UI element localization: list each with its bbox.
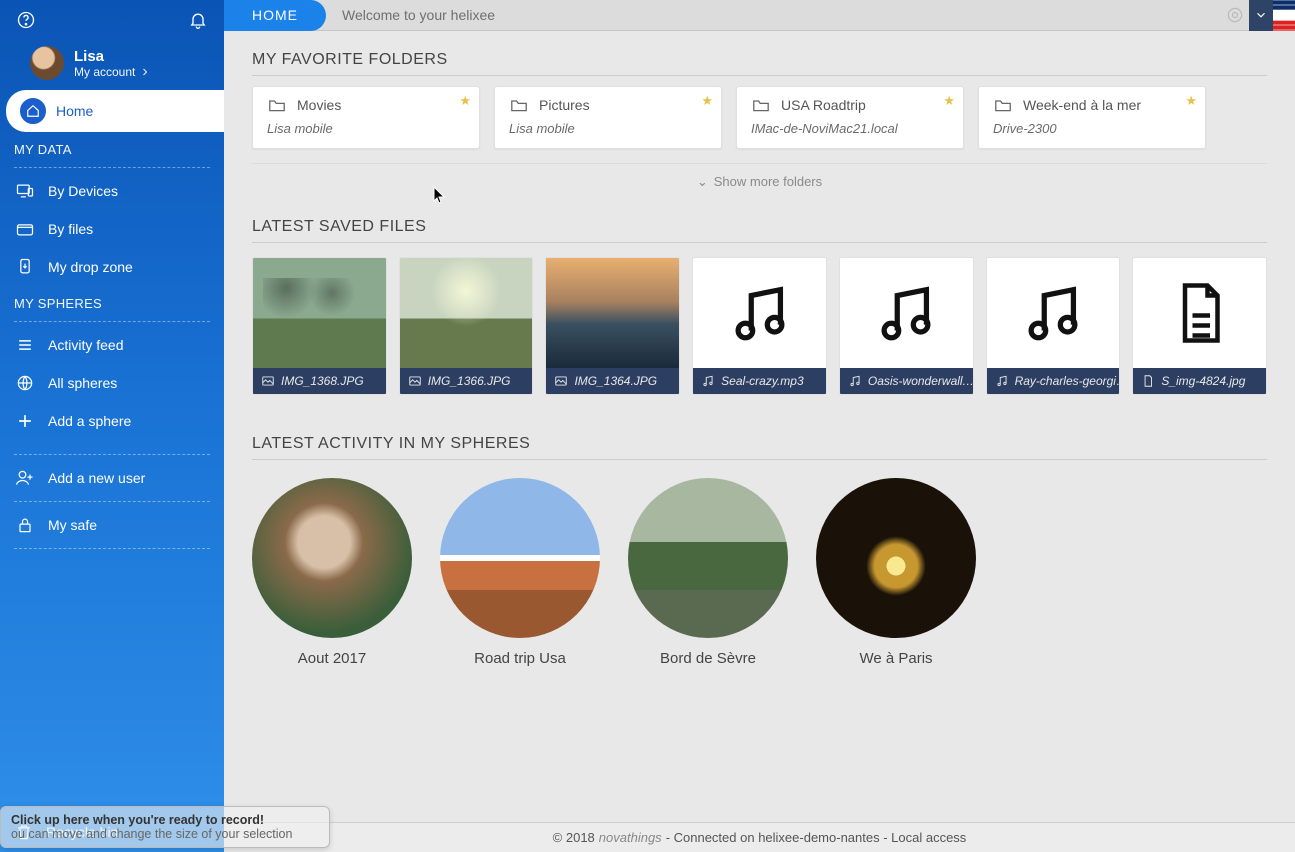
chevron-down-icon[interactable] (1249, 0, 1273, 31)
section-my-spheres: MY SPHERES (0, 286, 224, 317)
image-icon (261, 374, 275, 388)
lock-icon (14, 514, 36, 536)
help-icon[interactable] (14, 8, 38, 32)
my-account-link[interactable]: My account (74, 65, 151, 79)
folder-card[interactable]: ★ Week-end à la mer Drive-2300 (978, 86, 1206, 149)
nav-home[interactable]: Home (6, 90, 224, 132)
star-icon: ★ (701, 93, 713, 109)
file-card[interactable]: IMG_1368.JPG (252, 257, 387, 395)
nav-add-sphere[interactable]: Add a sphere (0, 402, 224, 440)
devices-icon (14, 180, 36, 202)
nav-drop-zone[interactable]: My drop zone (0, 248, 224, 286)
section-title-folders: MY FAVORITE FOLDERS (252, 51, 1267, 76)
document-icon (1133, 258, 1266, 368)
footer: © 2018 novathings - Connected on helixee… (224, 822, 1295, 852)
show-more-folders[interactable]: ⌄Show more folders (252, 163, 1267, 218)
nav-by-files[interactable]: By files (0, 210, 224, 248)
file-card[interactable]: S_img-4824.jpg (1132, 257, 1267, 395)
welcome-text: Welcome to your helixee (342, 7, 495, 23)
home-icon (20, 98, 46, 124)
nav-all-spheres[interactable]: All spheres (0, 364, 224, 402)
star-icon: ★ (943, 93, 955, 109)
nav-add-user[interactable]: Add a new user (0, 459, 224, 497)
plus-icon (14, 410, 36, 432)
music-icon (701, 374, 715, 388)
main-content: MY FAVORITE FOLDERS ★ Movies Lisa mobile… (224, 31, 1295, 822)
dropzone-icon (14, 256, 36, 278)
files-icon (14, 218, 36, 240)
image-thumbnail (546, 258, 679, 368)
section-my-data: MY DATA (0, 132, 224, 163)
sphere-card[interactable]: We à Paris (816, 478, 976, 667)
sphere-thumbnail (628, 478, 788, 638)
sphere-card[interactable]: Aout 2017 (252, 478, 412, 667)
topbar: HOME Welcome to your helixee (224, 0, 1295, 31)
file-card[interactable]: Oasis-wonderwall.… (839, 257, 974, 395)
file-card[interactable]: IMG_1364.JPG (545, 257, 680, 395)
recorder-overlay-tip: Click up here when you're ready to recor… (0, 806, 330, 848)
music-icon (848, 374, 862, 388)
folder-card[interactable]: ★ USA Roadtrip IMac-de-NoviMac21.local (736, 86, 964, 149)
file-card[interactable]: Seal-crazy.mp3 (692, 257, 827, 395)
nav-my-safe[interactable]: My safe (0, 506, 224, 544)
image-icon (554, 374, 568, 388)
latest-files: IMG_1368.JPG IMG_1366.JPG IMG_1364.JPG S… (252, 257, 1267, 395)
folder-card[interactable]: ★ Pictures Lisa mobile (494, 86, 722, 149)
section-title-activity: LATEST ACTIVITY IN MY SPHERES (252, 435, 1267, 460)
sphere-card[interactable]: Bord de Sèvre (628, 478, 788, 667)
document-icon (1141, 374, 1155, 388)
image-thumbnail (400, 258, 533, 368)
section-title-files: LATEST SAVED FILES (252, 218, 1267, 243)
star-icon: ★ (459, 93, 471, 109)
folder-icon (267, 97, 287, 113)
music-icon (693, 258, 826, 368)
sphere-thumbnail (816, 478, 976, 638)
user-name: Lisa (74, 48, 151, 65)
nav-by-devices[interactable]: By Devices (0, 172, 224, 210)
chevron-down-icon: ⌄ (697, 174, 708, 189)
music-icon (995, 374, 1009, 388)
folder-card[interactable]: ★ Movies Lisa mobile (252, 86, 480, 149)
user-plus-icon (14, 467, 36, 489)
bell-icon[interactable] (186, 8, 210, 32)
file-card[interactable]: IMG_1366.JPG (399, 257, 534, 395)
favorite-folders: ★ Movies Lisa mobile ★ Pictures Lisa mob… (252, 86, 1267, 149)
avatar (30, 46, 64, 80)
list-icon (14, 334, 36, 356)
file-card[interactable]: Ray-charles-georgi… (986, 257, 1121, 395)
language-flag-uk[interactable] (1273, 0, 1295, 31)
sidebar: Lisa My account Home MY DATA By Devices … (0, 0, 224, 852)
music-icon (840, 258, 973, 368)
star-icon: ★ (1185, 93, 1197, 109)
brand-name: novathings (599, 830, 662, 845)
target-icon[interactable] (1221, 1, 1249, 29)
sphere-thumbnail (440, 478, 600, 638)
folder-icon (993, 97, 1013, 113)
nav-activity-feed[interactable]: Activity feed (0, 326, 224, 364)
image-icon (408, 374, 422, 388)
tab-home[interactable]: HOME (224, 0, 326, 31)
user-row[interactable]: Lisa My account (0, 40, 224, 90)
sphere-thumbnail (252, 478, 412, 638)
music-icon (987, 258, 1120, 368)
image-thumbnail (253, 258, 386, 368)
spheres-row: Aout 2017 Road trip Usa Bord de Sèvre We… (252, 478, 1267, 667)
globe-icon (14, 372, 36, 394)
folder-icon (509, 97, 529, 113)
folder-icon (751, 97, 771, 113)
sphere-card[interactable]: Road trip Usa (440, 478, 600, 667)
